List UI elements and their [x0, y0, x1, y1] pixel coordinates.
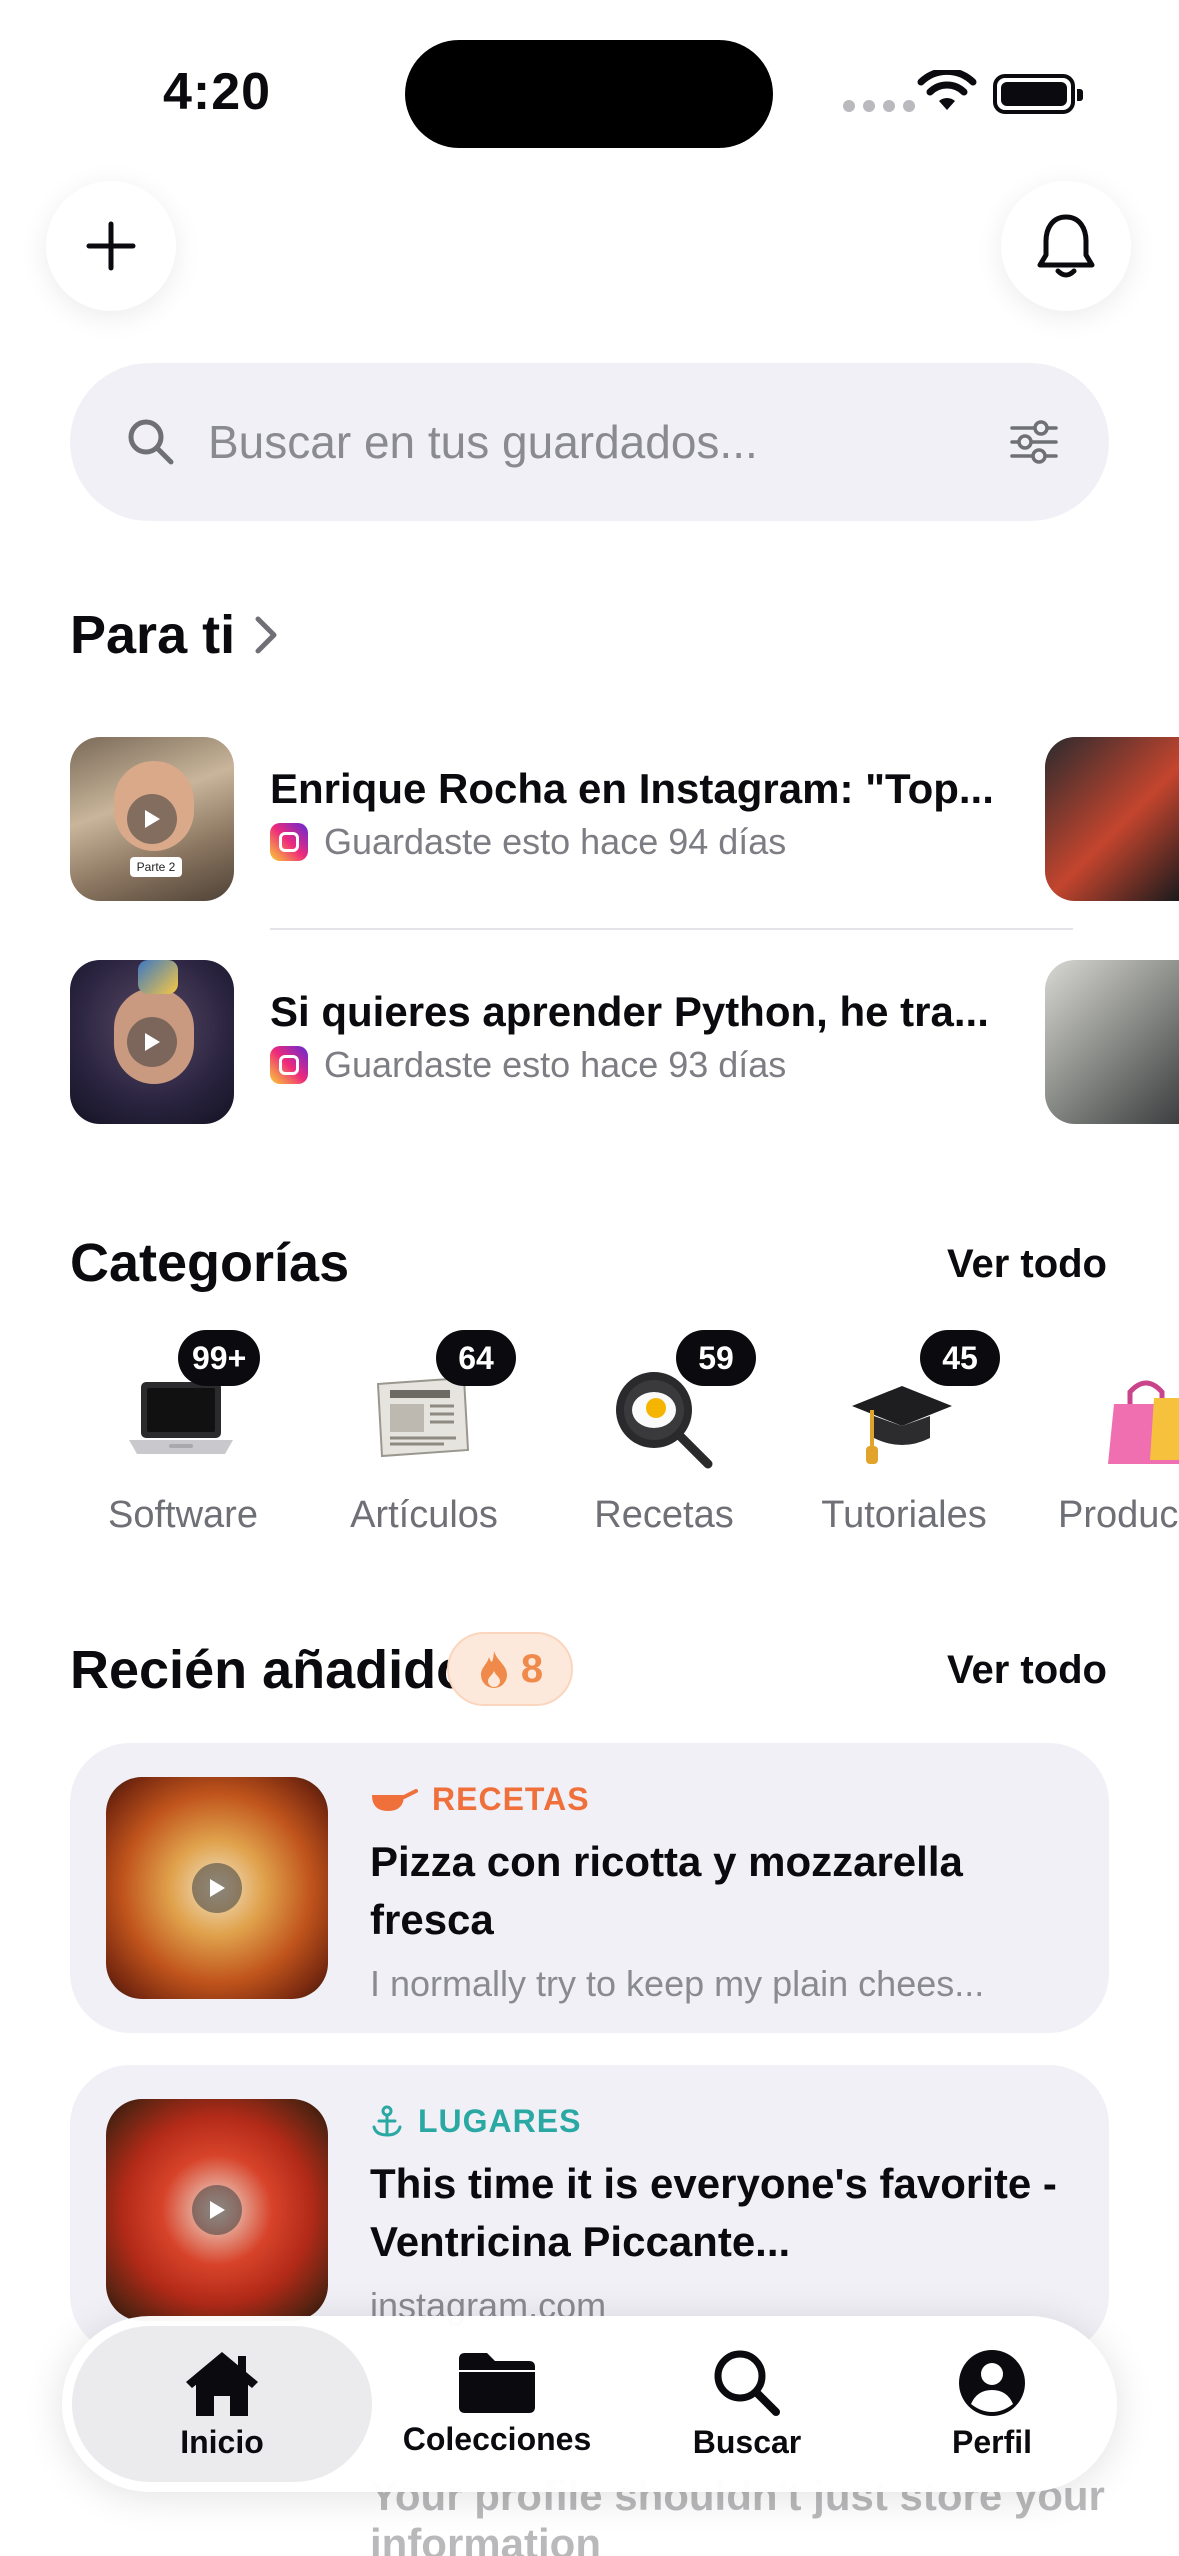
- next-item-thumbnail[interactable]: [1045, 737, 1179, 901]
- recent-count: 8: [520, 1646, 544, 1691]
- category-label: Recetas: [594, 1494, 734, 1536]
- category-software[interactable]: 99+ Software: [83, 1330, 283, 1550]
- filter-icon[interactable]: [1009, 420, 1059, 464]
- search-bar[interactable]: Buscar en tus guardados...: [70, 363, 1109, 521]
- video-thumbnail: [70, 960, 234, 1124]
- tab-label: Perfil: [951, 2423, 1033, 2460]
- saved-time: Guardaste esto hace 93 días: [324, 1044, 787, 1085]
- item-title: Enrique Rocha en Instagram: "Top...: [270, 765, 994, 812]
- tab-buscar[interactable]: Buscar: [622, 2326, 872, 2482]
- para-ti-header[interactable]: Para ti: [70, 604, 279, 666]
- recien-see-all-link[interactable]: Ver todo: [947, 1648, 1107, 1693]
- category-tutoriales[interactable]: 45 Tutoriales: [804, 1330, 1004, 1550]
- count-badge: 99+: [178, 1330, 261, 1386]
- profile-icon: [959, 2349, 1025, 2416]
- video-thumbnail: [106, 2099, 328, 2321]
- tab-label: Buscar: [692, 2423, 802, 2460]
- item-meta: Guardaste esto hace 94 días: [270, 821, 786, 863]
- fire-icon: [480, 1651, 507, 1688]
- search-placeholder: Buscar en tus guardados...: [208, 416, 758, 468]
- category-label: Software: [108, 1494, 258, 1536]
- chevron-right-icon: [255, 616, 277, 654]
- tab-label: Colecciones: [402, 2420, 592, 2457]
- status-time: 4:20: [163, 63, 272, 121]
- battery-icon: [993, 74, 1083, 114]
- tab-inicio[interactable]: Inicio: [72, 2326, 372, 2482]
- play-icon: [192, 1863, 242, 1913]
- card-title: This time it is everyone's favorite - Ve…: [370, 2160, 1057, 2265]
- count-badge: 45: [920, 1330, 1000, 1386]
- tab-perfil[interactable]: Perfil: [872, 2326, 1112, 2482]
- plus-icon: [86, 221, 136, 271]
- item-meta: Guardaste esto hace 93 días: [270, 1044, 786, 1086]
- category-label: Produc: [1058, 1494, 1179, 1536]
- count-badge: 59: [676, 1330, 756, 1386]
- tab-label: Inicio: [180, 2423, 264, 2460]
- instagram-icon: [270, 823, 308, 861]
- shopping-bags-icon: [1108, 1380, 1179, 1464]
- video-thumbnail: [106, 1777, 328, 1999]
- add-button[interactable]: [46, 181, 176, 311]
- category-productos[interactable]: Produc: [1044, 1330, 1179, 1550]
- frying-pan-icon: [372, 1788, 418, 1811]
- count-badge: 64: [436, 1330, 516, 1386]
- search-icon: [714, 2350, 780, 2416]
- item-title: Si quieres aprender Python, he tra...: [270, 988, 989, 1035]
- video-thumbnail: Parte 2: [70, 737, 234, 901]
- divider: [270, 928, 1073, 930]
- saved-time: Guardaste esto hace 94 días: [324, 821, 787, 862]
- home-icon: [186, 2351, 258, 2416]
- instagram-icon: [270, 1046, 308, 1084]
- card-category-label: LUGARES: [418, 2103, 582, 2139]
- folder-icon: [459, 2352, 535, 2413]
- search-icon: [128, 419, 174, 465]
- card-category-label: RECETAS: [432, 1781, 590, 1817]
- card-description: I normally try to keep my plain chees...: [370, 1963, 985, 2004]
- categorias-title: Categorías: [70, 1233, 350, 1293]
- notifications-button[interactable]: [1001, 181, 1131, 311]
- bell-icon: [1037, 214, 1095, 278]
- category-label: Tutoriales: [821, 1494, 987, 1536]
- category-label: Artículos: [350, 1494, 498, 1536]
- wifi-icon: [917, 70, 977, 110]
- play-icon: [127, 794, 177, 844]
- thumbnail-caption: Parte 2: [130, 857, 182, 877]
- status-bar: 4:20: [0, 0, 1179, 190]
- cellular-signal-icon: [843, 100, 915, 112]
- category-articulos[interactable]: 64 Artículos: [324, 1330, 524, 1550]
- para-ti-title: Para ti: [70, 605, 236, 665]
- list-item[interactable]: Parte 2 Enrique Rocha en Instagram: "Top…: [70, 737, 1179, 901]
- categorias-see-all-link[interactable]: Ver todo: [947, 1242, 1107, 1287]
- tab-colecciones[interactable]: Colecciones: [372, 2326, 622, 2482]
- category-recetas[interactable]: 59 Recetas: [564, 1330, 764, 1550]
- play-icon: [192, 2185, 242, 2235]
- recent-count-badge: 8: [447, 1632, 573, 1706]
- recien-anadido-title: Recién añadido: [70, 1640, 470, 1700]
- card-title: Pizza con ricotta y mozzarella fresca: [370, 1838, 963, 1943]
- card-category: LUGARES: [370, 2103, 581, 2140]
- next-item-thumbnail[interactable]: [1045, 960, 1179, 1124]
- dynamic-island: [405, 40, 773, 148]
- saved-item-card[interactable]: RECETAS Pizza con ricotta y mozzarella f…: [70, 1743, 1109, 2033]
- tab-bar: Inicio Colecciones Buscar Perfil: [62, 2316, 1117, 2492]
- anchor-icon: [372, 2105, 402, 2137]
- saved-item-card[interactable]: LUGARES This time it is everyone's favor…: [70, 2065, 1109, 2355]
- card-category: RECETAS: [370, 1781, 590, 1818]
- play-icon: [127, 1017, 177, 1067]
- list-item[interactable]: Si quieres aprender Python, he tra... Gu…: [70, 960, 1179, 1124]
